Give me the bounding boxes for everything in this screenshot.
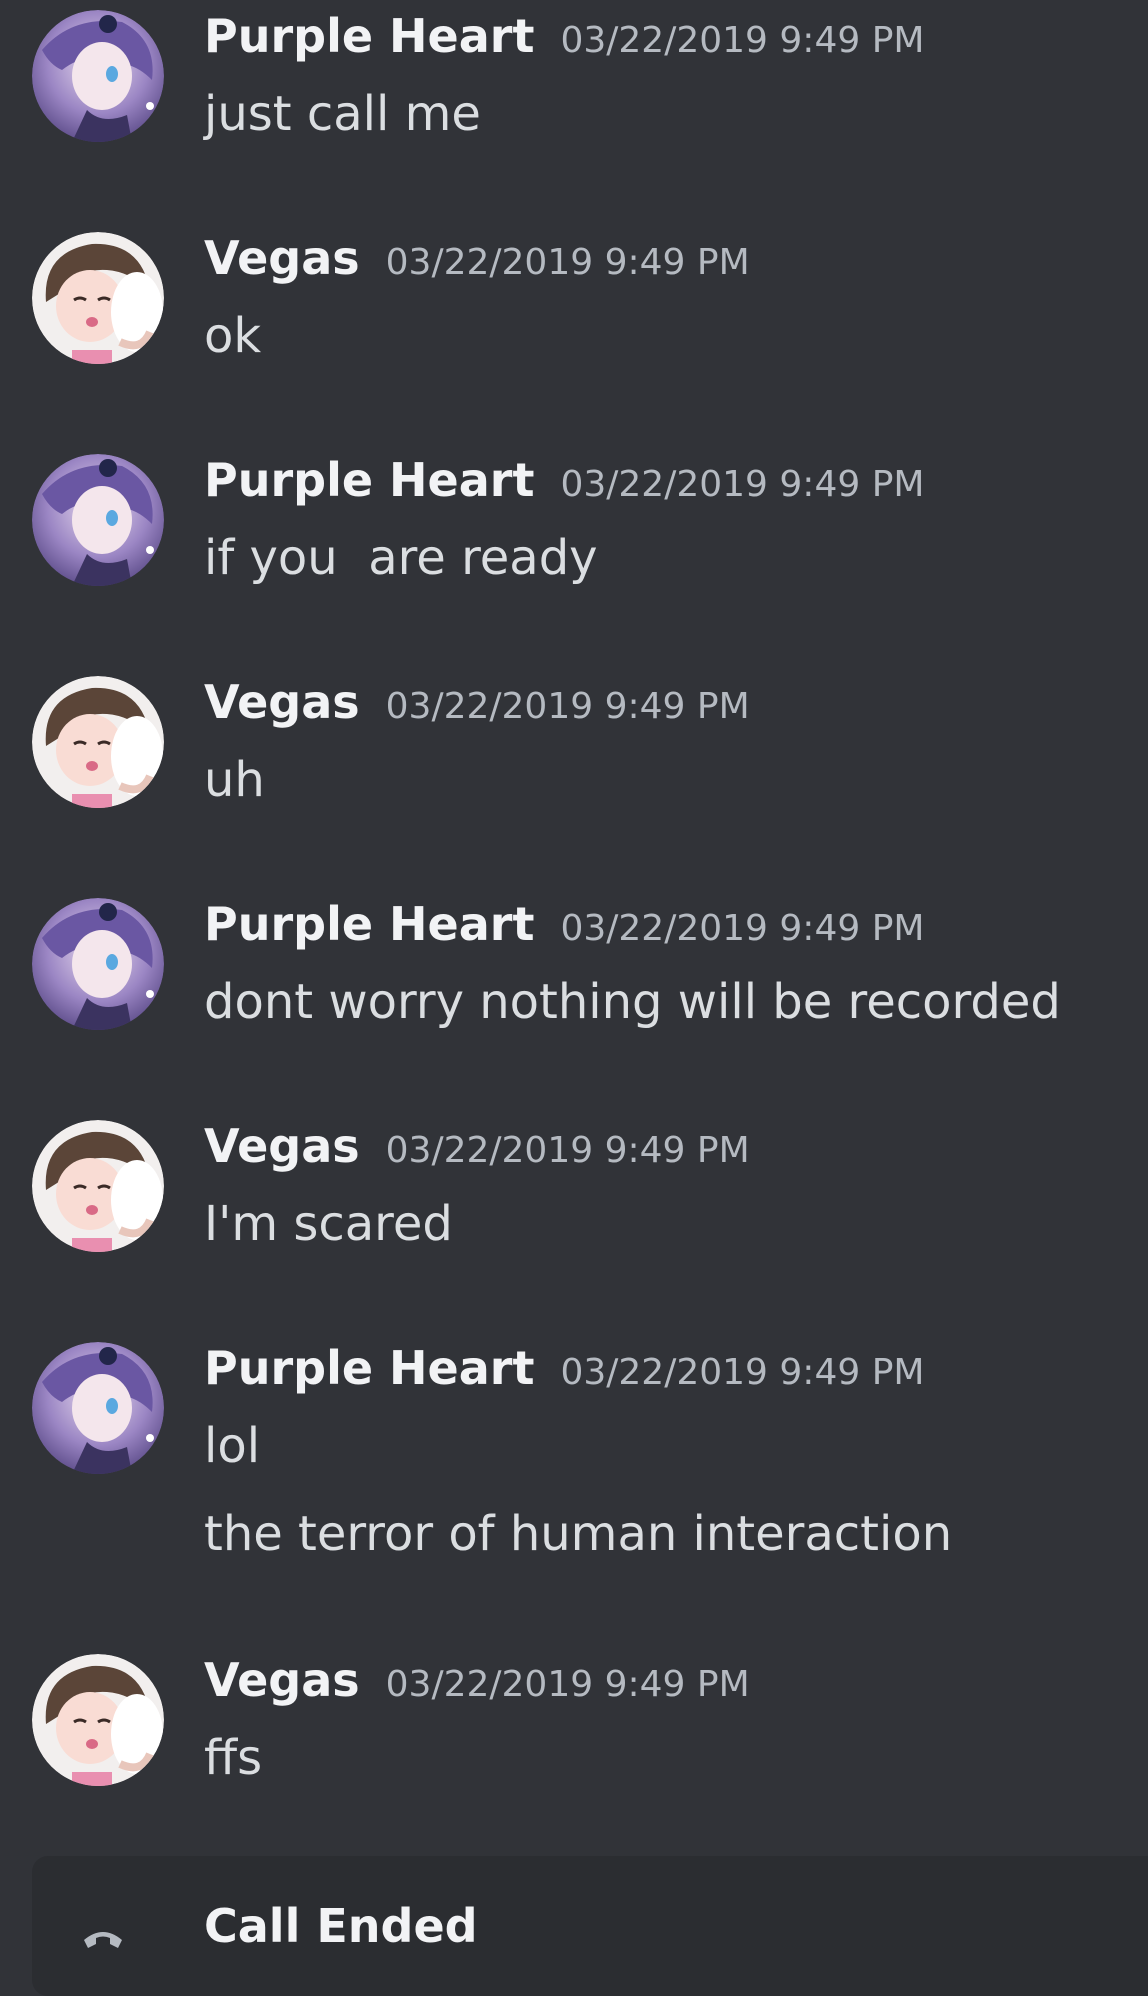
timestamp: 03/22/2019 9:49 PM [560,20,925,61]
timestamp: 03/22/2019 9:49 PM [385,242,750,283]
timestamp: 03/22/2019 9:49 PM [385,686,750,727]
message-text: ffs [204,1730,263,1786]
call-ended-title: Call Ended [204,1899,478,1953]
message-text: I'm scared [204,1196,453,1252]
author-name[interactable]: Purple Heart [204,9,534,63]
message-text: dont worry nothing will be recorded [204,974,1061,1030]
purple-heart-avatar[interactable] [32,1342,164,1474]
message-text: if you are ready [204,530,598,586]
call-ended-card[interactable] [32,1856,1148,1996]
timestamp: 03/22/2019 9:49 PM [385,1130,750,1171]
message-feed: Purple Heart 03/22/2019 9:49 PM just call… [0,0,1148,1996]
timestamp: 03/22/2019 9:49 PM [560,908,925,949]
vegas-avatar[interactable] [32,1654,164,1786]
timestamp: 03/22/2019 9:49 PM [560,464,925,505]
author-name[interactable]: Vegas [204,675,360,729]
vegas-avatar[interactable] [32,676,164,808]
purple-heart-avatar[interactable] [32,10,164,142]
vegas-avatar[interactable] [32,232,164,364]
author-name[interactable]: Vegas [204,231,360,285]
author-name[interactable]: Vegas [204,1119,360,1173]
vegas-avatar[interactable] [32,1120,164,1252]
message-text: uh [204,752,265,808]
message-text: ok [204,308,262,364]
timestamp: 03/22/2019 9:49 PM [385,1664,750,1705]
author-name[interactable]: Purple Heart [204,453,534,507]
author-name[interactable]: Purple Heart [204,1341,534,1395]
message-text: the terror of human interaction [204,1506,953,1562]
phone-icon [78,1910,128,1960]
timestamp: 03/22/2019 9:49 PM [560,1352,925,1393]
author-name[interactable]: Vegas [204,1653,360,1707]
author-name[interactable]: Purple Heart [204,897,534,951]
purple-heart-avatar[interactable] [32,454,164,586]
message-text: lol [204,1418,261,1474]
message-text: just call me [204,86,481,142]
purple-heart-avatar[interactable] [32,898,164,1030]
